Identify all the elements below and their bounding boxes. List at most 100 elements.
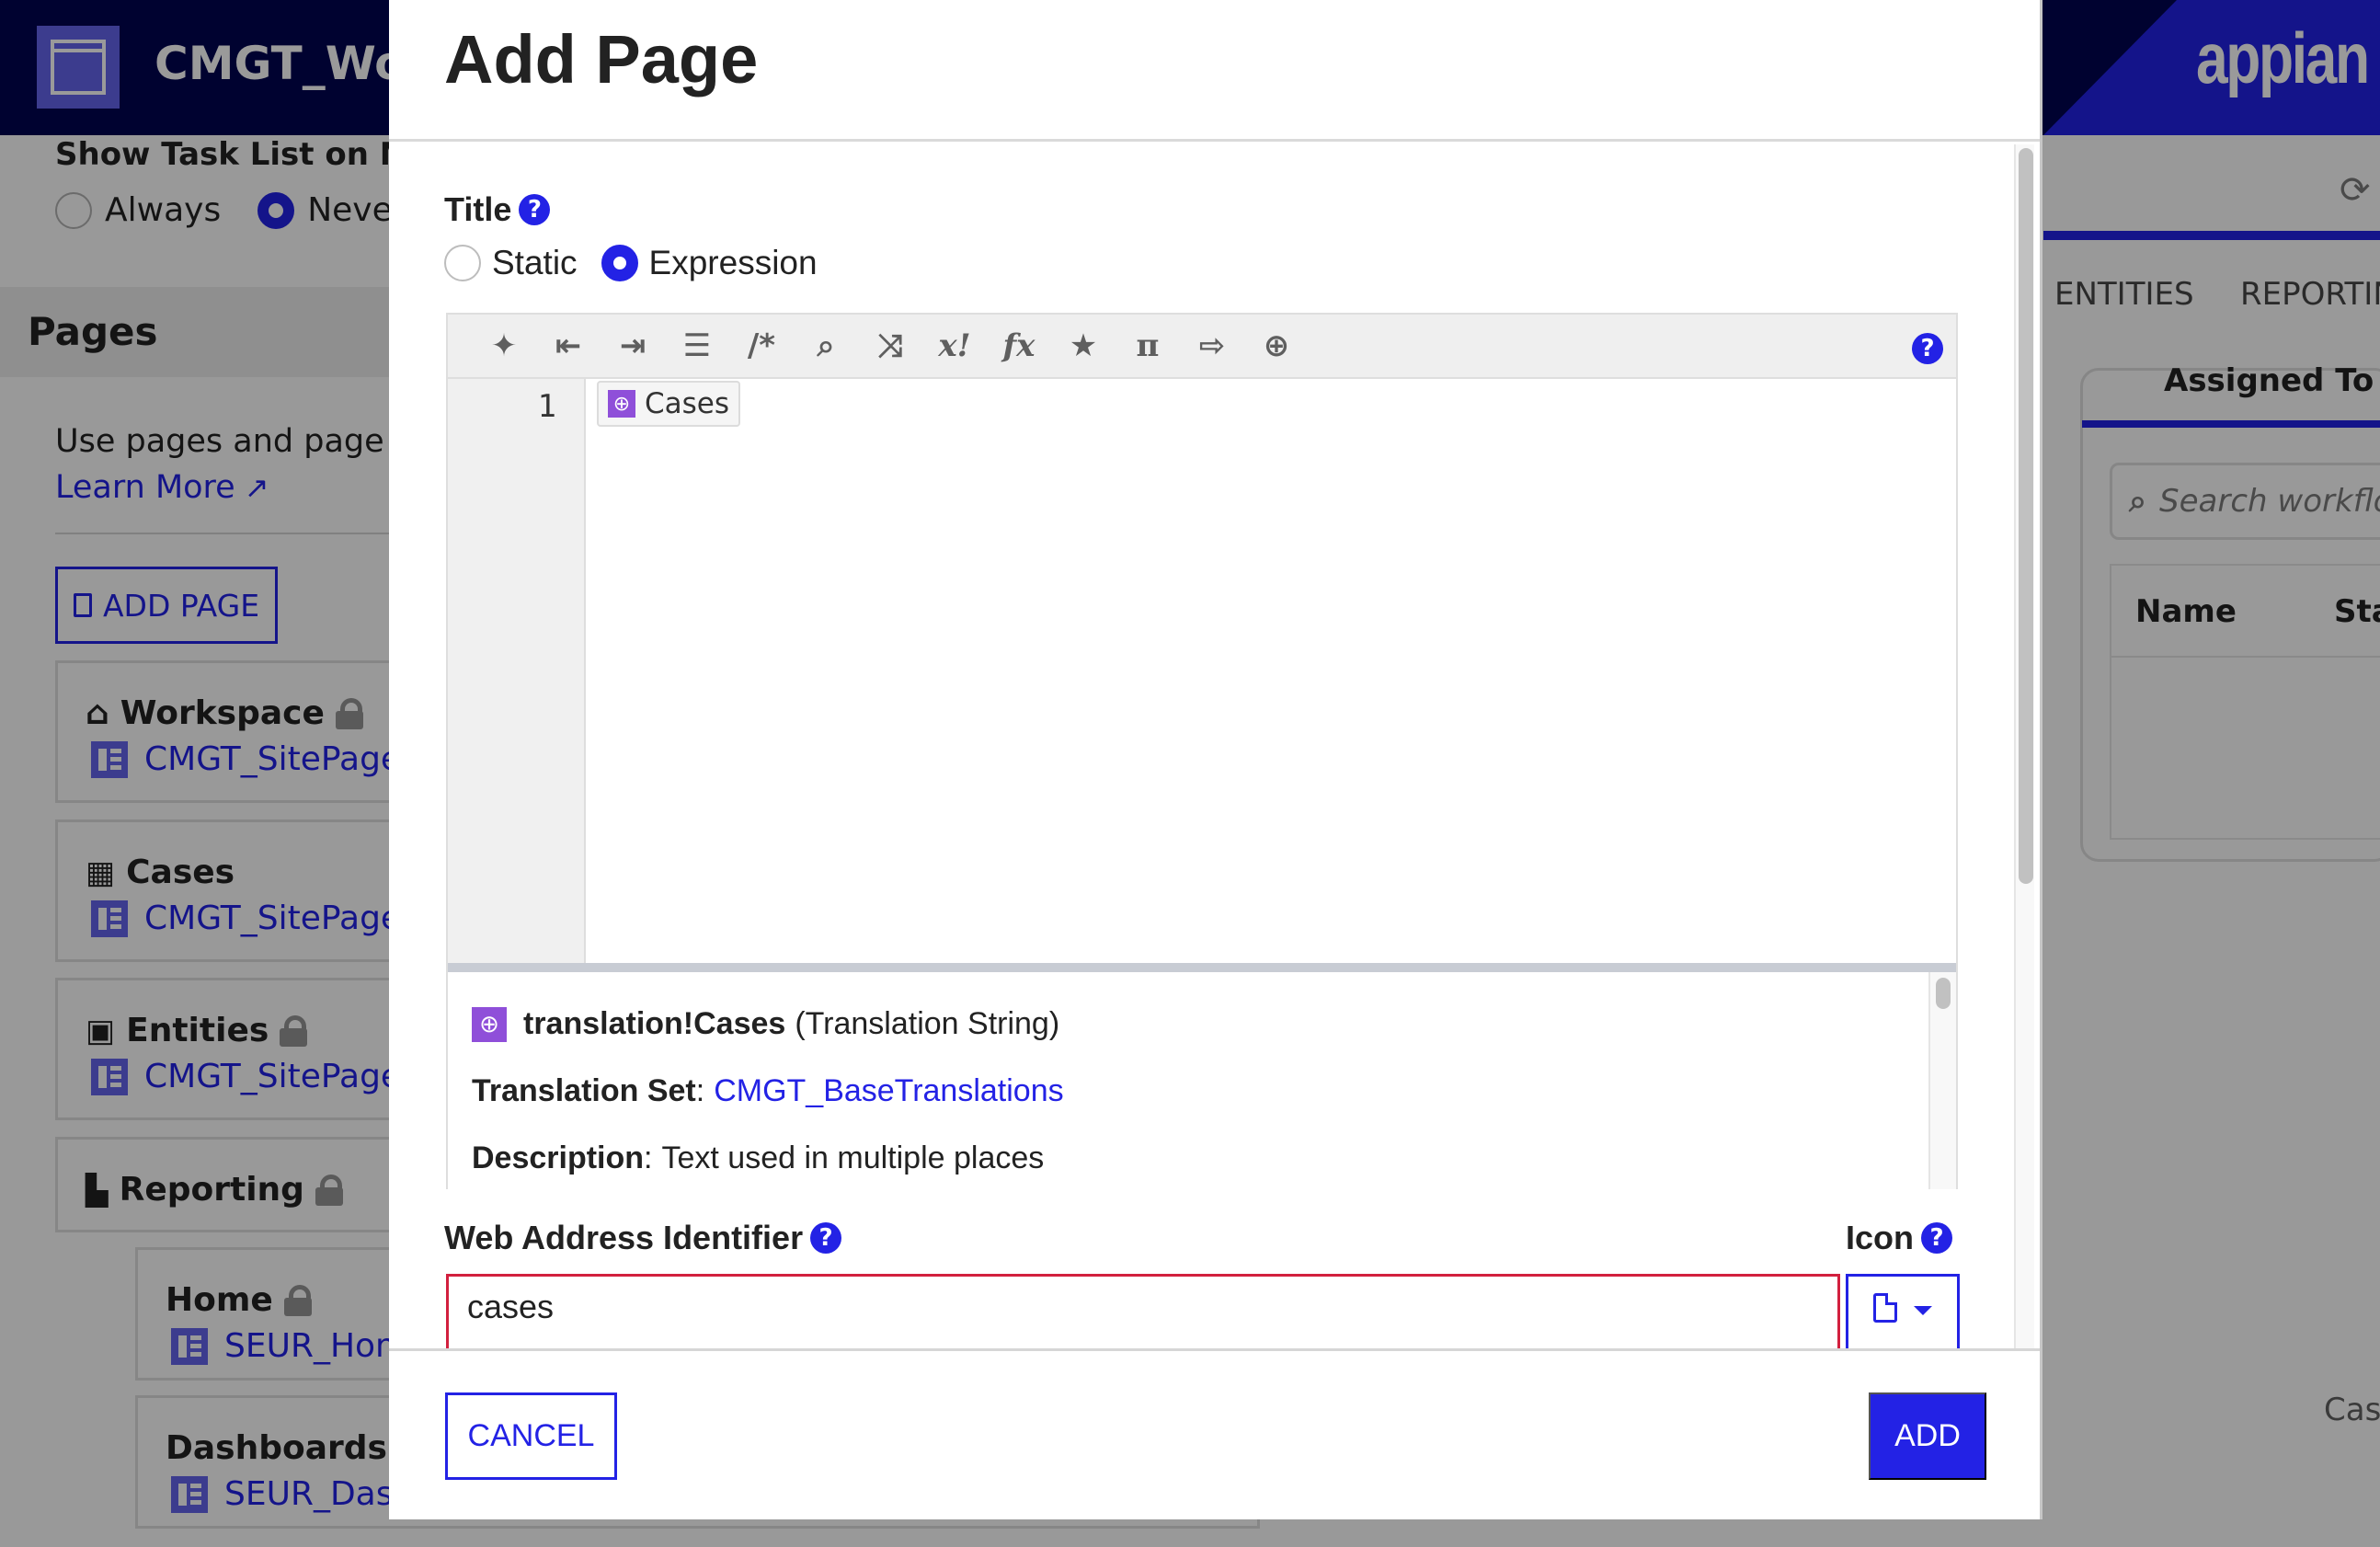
task-list-setting-options: Always Never — [55, 191, 430, 229]
column-header-name[interactable]: Name — [2135, 593, 2237, 630]
translation-set-link[interactable]: CMGT_BaseTranslations — [714, 1073, 1063, 1109]
assigned-panel-underline — [2082, 420, 2380, 428]
expression-code-area[interactable]: ⊕ Cases — [586, 379, 1956, 963]
doc-panel-scrollbar[interactable] — [1928, 972, 1956, 1189]
radio-expression-circle[interactable] — [601, 245, 638, 281]
lock-icon — [280, 1014, 308, 1047]
format-icon[interactable]: ☰ — [665, 314, 729, 378]
help-icon[interactable]: ? — [1921, 1222, 1953, 1254]
page-card-name: Reporting — [119, 1171, 304, 1209]
translation-icon[interactable]: ⊕ — [1244, 314, 1309, 378]
page-card-name: Entities — [126, 1012, 269, 1049]
lock-icon — [335, 697, 363, 729]
token-label: Cases — [645, 387, 730, 420]
indent-icon[interactable]: ⇥ — [601, 314, 665, 378]
cancel-button[interactable]: CANCEL — [445, 1392, 617, 1480]
outdent-icon[interactable]: ⇤ — [536, 314, 601, 378]
search-placeholder: Search workflows — [2159, 483, 2380, 520]
search-icon: ⌕ — [2129, 483, 2147, 520]
add-page-dialog: Add Page Title ? Static Expression ✦ ⇤ ⇥… — [389, 0, 2042, 1519]
radio-expression-label: Expression — [648, 244, 818, 281]
doc-set-label: Translation Set — [472, 1073, 696, 1108]
tab-reporting[interactable]: REPORTING — [2240, 276, 2380, 313]
site-page-icon — [171, 1475, 208, 1513]
icon-field-label: Icon ? — [1846, 1219, 1953, 1257]
radio-never[interactable] — [257, 191, 295, 229]
search-icon[interactable]: ⌕ — [794, 314, 858, 378]
lock-icon — [283, 1284, 312, 1316]
refresh-icon[interactable]: ⟳ — [2340, 169, 2371, 212]
doc-description-value: Text used in multiple places — [661, 1140, 1045, 1175]
workflow-search-input[interactable]: ⌕ Search workflows — [2110, 463, 2380, 540]
column-header-status[interactable]: Status — [2334, 593, 2380, 630]
add-page-label: ADD PAGE — [102, 587, 260, 624]
dialog-body: Title ? Static Expression ✦ ⇤ ⇥ ☰ /* ⌕ ⤨ — [389, 144, 2040, 1348]
help-icon[interactable]: ? — [810, 1222, 842, 1254]
title-mode-options: Static Expression — [444, 244, 841, 282]
doc-name: translation!Cases — [523, 1006, 786, 1041]
variable-icon[interactable]: x! — [922, 314, 987, 378]
dialog-scrollbar[interactable] — [2014, 144, 2034, 1348]
web-address-label-text: Web Address Identifier — [444, 1219, 804, 1256]
doc-scroll-thumb[interactable] — [1936, 978, 1951, 1009]
page-card-name: Cases — [126, 854, 235, 891]
bar-chart-icon: ▙ — [86, 1172, 109, 1208]
add-page-button[interactable]: ADD PAGE — [55, 567, 278, 644]
pi-icon[interactable]: π — [1116, 314, 1180, 378]
editor-toolbar: ✦ ⇤ ⇥ ☰ /* ⌕ ⤨ x! fx ★ π ⇨ ⊕ ? — [448, 315, 1956, 379]
translation-token[interactable]: ⊕ Cases — [597, 381, 741, 427]
app-icon — [37, 26, 120, 109]
file-icon — [73, 593, 92, 617]
function-icon[interactable]: fx — [987, 314, 1051, 378]
web-address-label: Web Address Identifier ? — [444, 1219, 842, 1257]
translation-string-icon: ⊕ — [608, 390, 635, 418]
home-icon: ⌂ — [86, 694, 109, 732]
radio-always[interactable] — [55, 191, 92, 229]
doc-description-label: Description — [472, 1140, 645, 1175]
comment-icon[interactable]: /* — [729, 314, 794, 378]
doc-set-line: Translation Set: CMGT_BaseTranslations — [472, 1073, 1064, 1109]
doc-type: (Translation String) — [795, 1006, 1060, 1041]
page-card-name: Dashboards — [166, 1429, 387, 1467]
assigned-panel-title: Assigned To Me — [2164, 362, 2380, 399]
icon-picker-dropdown[interactable] — [1846, 1274, 1960, 1348]
tab-entities[interactable]: ENTITIES — [2054, 276, 2194, 313]
web-address-input[interactable]: cases — [446, 1274, 1840, 1348]
external-link-icon: ↗ — [244, 470, 269, 505]
dialog-header: Add Page — [389, 0, 2040, 142]
shuffle-icon[interactable]: ⤨ — [858, 314, 922, 378]
magic-wand-icon[interactable]: ✦ — [472, 314, 536, 378]
contact-book-icon: ▣ — [86, 1012, 116, 1049]
radio-expression[interactable]: Expression — [601, 244, 818, 282]
grid-header: Name Status — [2111, 566, 2380, 658]
editor-help-icon[interactable]: ? — [1912, 333, 1943, 364]
title-label-text: Title — [444, 190, 512, 228]
add-button[interactable]: ADD — [1869, 1392, 1986, 1480]
learn-more-link[interactable]: Learn More ↗ — [55, 469, 269, 506]
doc-panel-resizer[interactable] — [448, 963, 1956, 972]
doc-description-line: Description: Text used in multiple place… — [472, 1140, 1045, 1175]
expression-editor: ✦ ⇤ ⇥ ☰ /* ⌕ ⤨ x! fx ★ π ⇨ ⊕ ? 1 ⊕ Cases… — [446, 313, 1958, 1189]
footer-cases-text: Cases — [2324, 1392, 2380, 1428]
radio-static-label: Static — [492, 244, 578, 281]
title-field-label: Title ? — [444, 190, 551, 229]
dialog-title: Add Page — [444, 21, 759, 97]
dialog-scroll-thumb[interactable] — [2019, 148, 2033, 884]
brand-logo: appian — [2196, 17, 2370, 98]
preview-nav-bar — [2043, 231, 2380, 240]
star-icon[interactable]: ★ — [1051, 314, 1116, 378]
radio-always-label: Always — [105, 191, 222, 229]
table-icon: ▦ — [86, 854, 116, 891]
page-card-name: Workspace — [120, 694, 325, 732]
radio-static[interactable]: Static — [444, 244, 578, 282]
doc-name-line: ⊕ translation!Cases (Translation String) — [472, 991, 1905, 1058]
lock-icon — [315, 1174, 343, 1206]
export-icon[interactable]: ⇨ — [1180, 314, 1244, 378]
learn-more-label: Learn More — [55, 469, 235, 506]
documentation-panel: ⊕ translation!Cases (Translation String)… — [448, 972, 1928, 1189]
radio-static-circle[interactable] — [444, 245, 481, 281]
translation-string-icon: ⊕ — [472, 1006, 507, 1042]
help-icon[interactable]: ? — [519, 194, 551, 225]
site-page-icon — [91, 740, 128, 778]
site-page-icon — [91, 1058, 128, 1095]
